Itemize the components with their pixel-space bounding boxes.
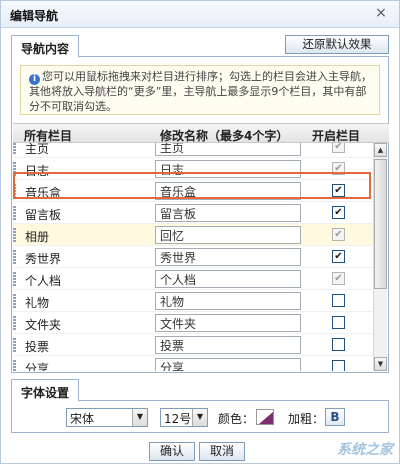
color-swatch-icon bbox=[259, 412, 273, 424]
bold-toggle-button[interactable]: B bbox=[325, 408, 345, 426]
row-enable-checkbox: ✔ bbox=[332, 143, 345, 153]
column-list: 主页 ✔ 日志 ✔ 音乐盒 ✔ 留言板 ✔ 相册 ✔ 秀世界 ✔ 个人档 ✔ 礼物文件夹投票分享 bbox=[13, 143, 375, 371]
scroll-thumb[interactable] bbox=[374, 159, 387, 289]
row-rename-input[interactable] bbox=[155, 182, 301, 200]
drag-handle-icon[interactable] bbox=[13, 360, 16, 371]
drag-handle-icon[interactable] bbox=[13, 228, 16, 242]
row-enable-checkbox[interactable]: ✔ bbox=[332, 250, 345, 263]
row-enable-checkbox[interactable] bbox=[332, 294, 345, 307]
notice-text: 您可以用鼠标拖拽来对栏目进行排序；勾选上的栏目会进入主导航，其他将放入导航栏的“… bbox=[29, 70, 372, 113]
dialog-titlebar: 编辑导航 × bbox=[1, 1, 399, 28]
drag-handle-icon[interactable] bbox=[13, 206, 16, 220]
row-enable-checkbox[interactable]: ✔ bbox=[332, 184, 345, 197]
font-tabbar: 字体设置 bbox=[11, 379, 389, 402]
row-column-label: 主页 bbox=[25, 143, 50, 156]
nav-content-panel: i 您可以用鼠标拖拽来对栏目进行排序；勾选上的栏目会进入主导航，其他将放入导航栏的… bbox=[11, 57, 389, 373]
drag-handle-icon[interactable] bbox=[13, 338, 16, 352]
drag-handle-icon[interactable] bbox=[13, 316, 16, 330]
table-row[interactable]: 投票 bbox=[13, 334, 375, 356]
row-enable-checkbox: ✔ bbox=[332, 162, 345, 175]
row-column-label: 投票 bbox=[25, 340, 50, 354]
row-enable-checkbox[interactable] bbox=[332, 316, 345, 329]
color-picker[interactable] bbox=[256, 409, 274, 425]
font-settings-row: 宋体 ▼ 12号 ▼ 颜色： 加粗： B bbox=[11, 401, 389, 433]
font-family-value: 宋体 bbox=[70, 412, 95, 426]
row-enable-checkbox[interactable] bbox=[332, 360, 345, 371]
row-rename-input[interactable] bbox=[155, 314, 301, 332]
chevron-down-icon: ▼ bbox=[132, 409, 147, 426]
scroll-up-icon[interactable]: ▲ bbox=[374, 143, 387, 157]
tab-nav-content[interactable]: 导航内容 bbox=[11, 35, 80, 58]
table-row[interactable]: 日志 ✔ bbox=[13, 158, 375, 180]
table-row[interactable]: 音乐盒 ✔ bbox=[13, 180, 375, 202]
row-column-label: 礼物 bbox=[25, 296, 50, 310]
drag-handle-icon[interactable] bbox=[13, 184, 16, 198]
table-row[interactable]: 主页 ✔ bbox=[13, 143, 375, 158]
row-rename-input[interactable] bbox=[155, 336, 301, 354]
row-column-label: 个人档 bbox=[25, 274, 62, 288]
table-row[interactable]: 礼物 bbox=[13, 290, 375, 312]
row-enable-checkbox: ✔ bbox=[332, 228, 345, 241]
row-rename-input[interactable] bbox=[155, 143, 301, 156]
header-rename: 修改名称（最多4个字） bbox=[160, 129, 289, 143]
table-header: 所有栏目 修改名称（最多4个字） 开启栏目 bbox=[13, 123, 389, 143]
drag-handle-icon[interactable] bbox=[13, 250, 16, 264]
cancel-button[interactable]: 取消 bbox=[199, 442, 245, 461]
info-icon: i bbox=[29, 74, 40, 85]
drag-handle-icon[interactable] bbox=[13, 143, 16, 154]
row-column-label: 相册 bbox=[25, 230, 50, 244]
header-all-columns: 所有栏目 bbox=[24, 129, 73, 143]
scroll-down-icon[interactable]: ▼ bbox=[374, 357, 387, 371]
row-column-label: 分享 bbox=[25, 362, 50, 371]
row-rename-input[interactable] bbox=[155, 292, 301, 310]
table-row[interactable]: 个人档 ✔ bbox=[13, 268, 375, 290]
restore-default-button[interactable]: 还原默认效果 bbox=[285, 35, 389, 54]
row-column-label: 秀世界 bbox=[25, 252, 62, 266]
row-enable-checkbox[interactable] bbox=[332, 338, 345, 351]
table-row[interactable]: 相册 ✔ bbox=[13, 224, 375, 246]
row-rename-input[interactable] bbox=[155, 160, 301, 178]
drag-handle-icon[interactable] bbox=[13, 272, 16, 286]
bold-label: 加粗： bbox=[288, 412, 325, 426]
font-size-value: 12号 bbox=[164, 412, 192, 426]
font-family-select[interactable]: 宋体 ▼ bbox=[66, 408, 148, 427]
edit-nav-dialog: 编辑导航 × 导航内容 还原默认效果 i 您可以用鼠标拖拽来对栏目进行排序；勾选上… bbox=[0, 0, 400, 464]
watermark-logo: 系统之家 bbox=[337, 442, 393, 458]
row-rename-input[interactable] bbox=[155, 226, 301, 244]
row-column-label: 留言板 bbox=[25, 208, 62, 222]
table-row[interactable]: 秀世界 ✔ bbox=[13, 246, 375, 268]
table-row[interactable]: 分享 bbox=[13, 356, 375, 371]
row-enable-checkbox: ✔ bbox=[332, 272, 345, 285]
list-scrollbar[interactable]: ▲ ▼ bbox=[373, 143, 387, 371]
table-row[interactable]: 文件夹 bbox=[13, 312, 375, 334]
drag-handle-icon[interactable] bbox=[13, 162, 16, 176]
nav-tabbar: 导航内容 还原默认效果 bbox=[11, 35, 389, 58]
row-column-label: 音乐盒 bbox=[25, 186, 62, 200]
notice-box: i 您可以用鼠标拖拽来对栏目进行排序；勾选上的栏目会进入主导航，其他将放入导航栏的… bbox=[20, 65, 380, 115]
close-icon[interactable]: × bbox=[373, 5, 389, 21]
row-column-label: 文件夹 bbox=[25, 318, 62, 332]
font-size-select[interactable]: 12号 ▼ bbox=[160, 408, 208, 427]
row-rename-input[interactable] bbox=[155, 248, 301, 266]
drag-handle-icon[interactable] bbox=[13, 294, 16, 308]
row-enable-checkbox[interactable]: ✔ bbox=[332, 206, 345, 219]
row-rename-input[interactable] bbox=[155, 270, 301, 288]
confirm-button[interactable]: 确认 bbox=[149, 442, 195, 461]
chevron-down-icon: ▼ bbox=[192, 409, 207, 426]
tab-font-settings[interactable]: 字体设置 bbox=[11, 379, 80, 402]
row-rename-input[interactable] bbox=[155, 358, 301, 371]
row-column-label: 日志 bbox=[25, 164, 50, 178]
header-enable: 开启栏目 bbox=[312, 129, 361, 143]
color-label: 颜色： bbox=[218, 412, 255, 426]
dialog-title: 编辑导航 bbox=[10, 9, 59, 23]
row-rename-input[interactable] bbox=[155, 204, 301, 222]
table-row[interactable]: 留言板 ✔ bbox=[13, 202, 375, 224]
